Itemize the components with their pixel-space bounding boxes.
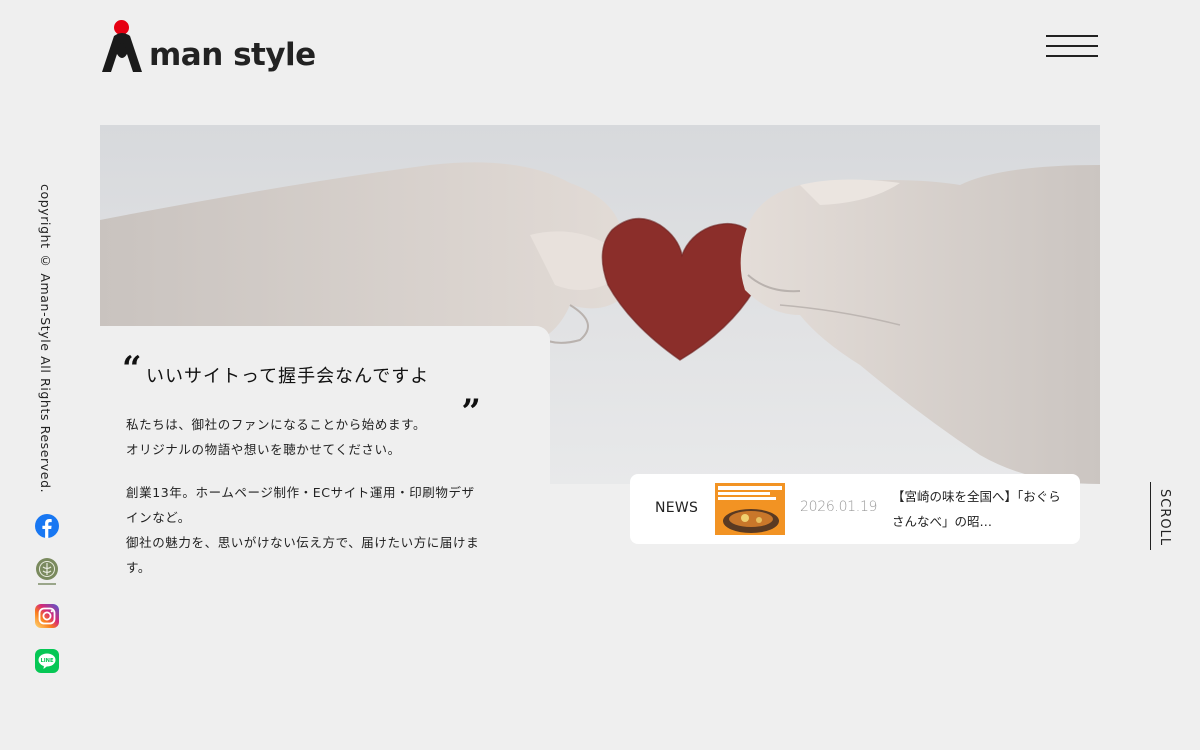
news-card[interactable]: NEWS 2026.01.19 【宮崎の味を全国へ】「おぐらさんなべ」の昭…	[630, 474, 1080, 544]
quote-close-mark: „	[462, 373, 482, 413]
quote-open-mark: “	[122, 349, 142, 389]
intro-paragraph: 私たちは、御社のファンになることから始めます。 オリジナルの物語や想いを聴かせて…	[126, 412, 426, 462]
body-line: 御社の魅力を、思いがけない伝え方で、届けたい方に届けま	[126, 535, 480, 550]
scroll-indicator-line	[1150, 482, 1151, 550]
line-icon[interactable]: LINE	[35, 649, 59, 673]
body-line: す。	[126, 560, 151, 575]
body-paragraph: 創業13年。ホームページ制作・ECサイト運用・印刷物デザ インなど。 御社の魅力…	[126, 480, 479, 580]
copyright-text: copyright © Aman-Style All Rights Reserv…	[38, 184, 53, 494]
intro-line: 私たちは、御社のファンになることから始めます。	[126, 417, 427, 432]
news-label: NEWS	[655, 500, 699, 516]
community-badge-icon[interactable]	[35, 557, 59, 587]
brand-name: man style	[149, 37, 316, 73]
news-title[interactable]: 【宮崎の味を全国へ】「おぐらさんなべ」の昭…	[892, 484, 1062, 534]
news-date: 2026.01.19	[800, 499, 878, 515]
hamburger-menu-icon[interactable]	[1046, 33, 1098, 59]
hero-tagline: いいサイトって握手会なんですよ	[146, 366, 430, 387]
scroll-label[interactable]: SCROLL	[1157, 489, 1172, 546]
intro-line: オリジナルの物語や想いを聴かせてください。	[126, 442, 401, 457]
body-line: インなど。	[126, 510, 191, 525]
body-line: 創業13年。ホームページ制作・ECサイト運用・印刷物デザ	[126, 485, 475, 500]
brand-logo[interactable]: man style	[100, 18, 316, 74]
svg-text:LINE: LINE	[40, 658, 54, 664]
facebook-icon[interactable]	[35, 514, 59, 538]
news-thumbnail[interactable]	[715, 483, 785, 535]
instagram-icon[interactable]	[35, 604, 59, 628]
logo-mark	[100, 20, 146, 74]
